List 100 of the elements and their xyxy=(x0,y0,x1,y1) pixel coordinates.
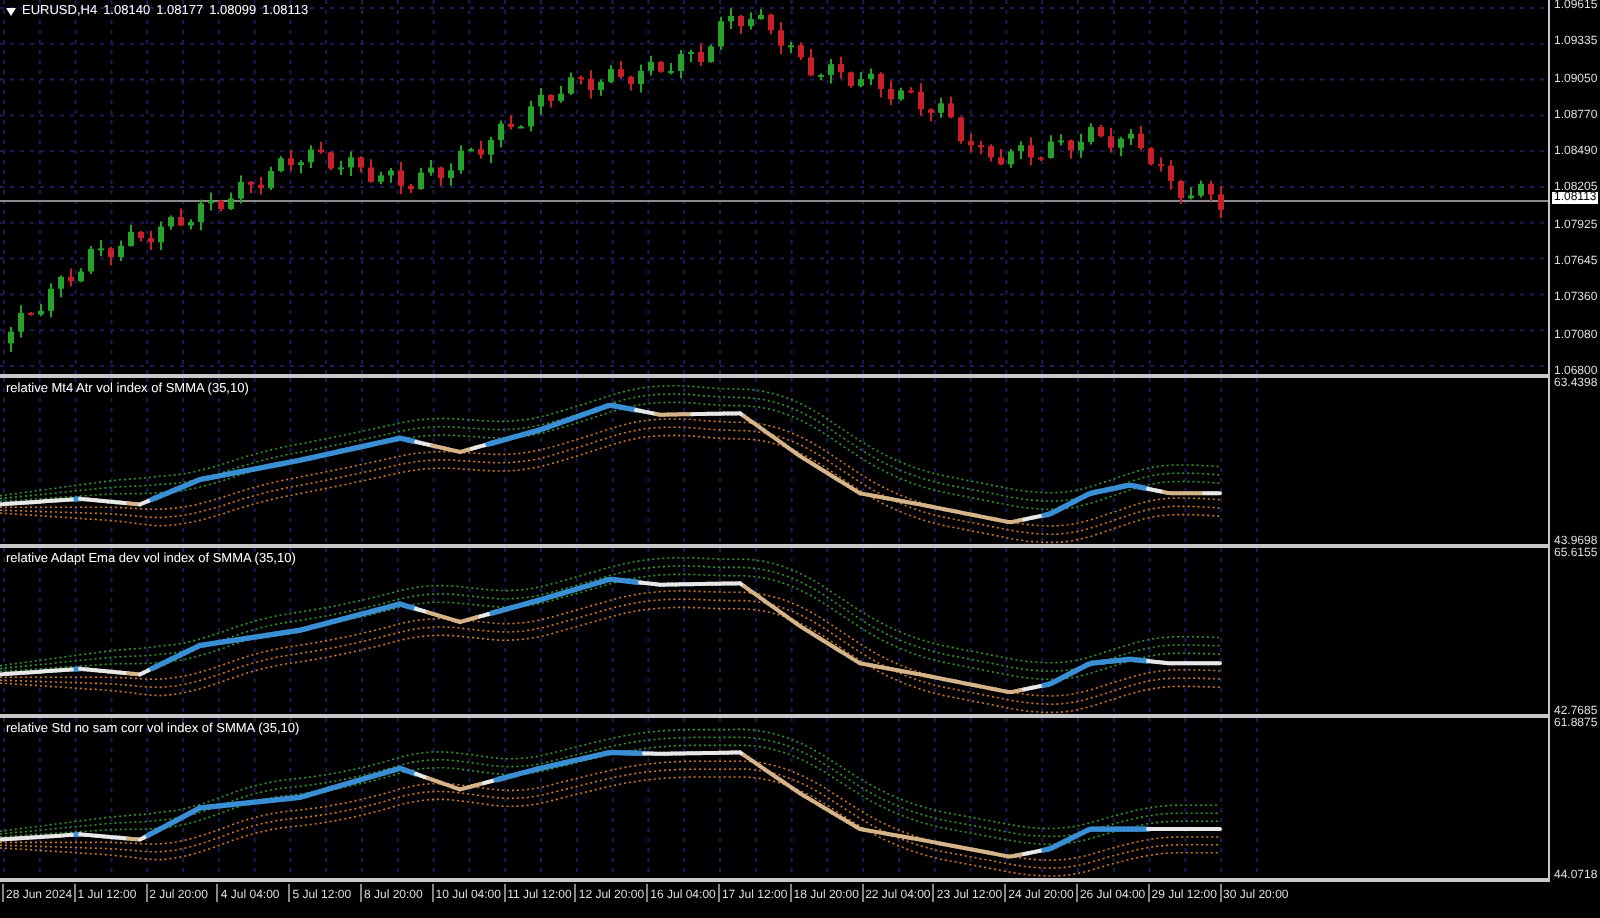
candle xyxy=(898,86,904,102)
candle xyxy=(688,48,694,64)
candle xyxy=(568,71,574,96)
candle xyxy=(968,132,974,154)
candle xyxy=(638,63,644,94)
candle xyxy=(488,136,494,164)
candle xyxy=(258,175,264,196)
candle xyxy=(308,144,314,169)
candle xyxy=(98,238,104,258)
candle xyxy=(1038,155,1044,163)
candle xyxy=(1018,140,1024,161)
candle xyxy=(658,60,664,74)
candle xyxy=(58,274,64,299)
candle xyxy=(788,40,794,54)
candle xyxy=(358,155,364,174)
candle xyxy=(438,165,444,187)
candle xyxy=(848,70,854,89)
candle xyxy=(198,198,204,232)
candle xyxy=(1068,138,1074,160)
candle xyxy=(808,47,814,78)
candle xyxy=(18,304,24,339)
candle xyxy=(738,14,744,35)
candle xyxy=(1178,178,1184,205)
candle xyxy=(188,218,194,231)
candle xyxy=(1098,123,1104,139)
candle xyxy=(478,139,484,160)
candle xyxy=(538,87,544,116)
candle xyxy=(268,165,274,191)
candle xyxy=(1128,128,1134,147)
candle xyxy=(128,223,134,248)
candle xyxy=(908,86,914,95)
candle xyxy=(618,60,624,80)
candle xyxy=(38,302,44,318)
candle xyxy=(1208,179,1214,202)
candle xyxy=(718,15,724,51)
candle xyxy=(1118,135,1124,158)
candle xyxy=(178,207,184,228)
candle xyxy=(998,147,1004,167)
candle xyxy=(1048,134,1054,160)
candle xyxy=(78,267,84,284)
candle xyxy=(458,144,464,175)
dropdown-icon[interactable] xyxy=(6,7,16,15)
candle xyxy=(468,146,474,153)
candle xyxy=(648,54,654,77)
candle xyxy=(528,99,534,133)
candle xyxy=(1218,184,1224,220)
candle xyxy=(448,162,454,187)
candle xyxy=(708,43,714,64)
candle xyxy=(558,85,564,104)
candle xyxy=(1158,156,1164,173)
candle xyxy=(288,148,294,172)
candle xyxy=(378,170,384,186)
candle xyxy=(498,119,504,149)
candle xyxy=(748,11,754,31)
candle xyxy=(88,245,94,275)
candle xyxy=(1108,126,1114,154)
candle xyxy=(698,42,704,68)
candle xyxy=(248,180,254,195)
candle xyxy=(1198,179,1204,199)
candle xyxy=(298,159,304,175)
candle xyxy=(668,62,674,76)
candle xyxy=(1058,133,1064,147)
candle xyxy=(368,158,374,184)
candle xyxy=(838,55,844,80)
candle xyxy=(398,160,404,195)
candle xyxy=(348,150,354,177)
candle xyxy=(938,96,944,119)
candle xyxy=(858,70,864,89)
candle xyxy=(1078,132,1084,159)
candle xyxy=(238,174,244,205)
candle xyxy=(888,79,894,106)
candle xyxy=(798,41,804,61)
candle xyxy=(588,69,594,100)
candle xyxy=(318,140,324,155)
candle xyxy=(548,93,554,109)
candle xyxy=(118,239,124,263)
candle xyxy=(508,114,514,131)
candle xyxy=(818,72,824,82)
candle xyxy=(518,124,524,129)
candle xyxy=(48,282,54,319)
candle xyxy=(758,8,764,21)
candle xyxy=(1188,186,1194,201)
candle xyxy=(878,71,884,99)
candle xyxy=(8,326,14,353)
candle xyxy=(108,246,114,267)
candle xyxy=(948,95,954,120)
candle xyxy=(1008,148,1014,169)
candle xyxy=(958,115,964,145)
candle xyxy=(988,143,994,163)
candle xyxy=(728,7,734,31)
candle xyxy=(1028,136,1034,167)
candle xyxy=(1148,146,1154,167)
candle xyxy=(828,58,834,85)
candle xyxy=(1138,125,1144,151)
candle xyxy=(328,150,334,172)
candle xyxy=(978,139,984,156)
candle xyxy=(408,183,414,195)
candle xyxy=(608,64,614,85)
candle xyxy=(148,229,154,252)
candle xyxy=(768,12,774,36)
